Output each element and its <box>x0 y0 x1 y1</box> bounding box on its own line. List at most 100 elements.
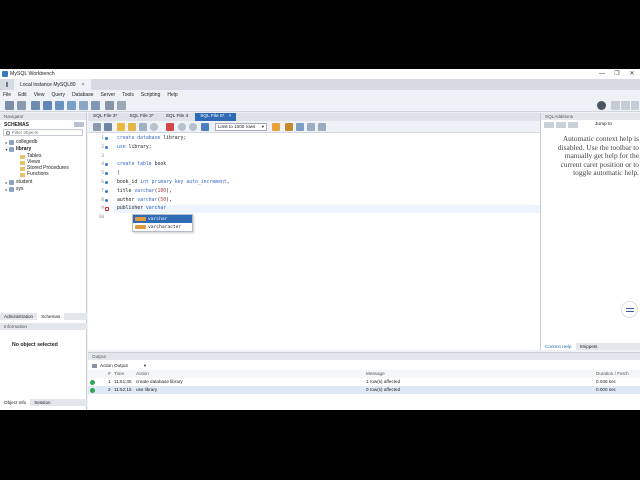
keyword-icon <box>135 225 146 229</box>
menu-edit[interactable]: Edit <box>18 92 27 98</box>
autocomplete-item[interactable]: varchar <box>133 215 192 223</box>
create-view-icon[interactable] <box>67 101 76 110</box>
save-icon[interactable] <box>104 123 112 131</box>
menu-query[interactable]: Query <box>51 92 65 98</box>
menu-database[interactable]: Database <box>72 92 93 98</box>
connection-tab[interactable]: Local instance MySQL80 × <box>14 79 91 90</box>
sql-additions-tabs: Context Help Snippets <box>541 343 640 350</box>
invisible-chars-icon[interactable] <box>296 123 304 131</box>
database-icon <box>9 187 14 192</box>
filter-input[interactable] <box>12 130 82 135</box>
statement-marker-icon <box>105 145 108 149</box>
tab-context-help[interactable]: Context Help <box>541 343 576 350</box>
limit-rows-select[interactable]: Limit to 1000 rows ▾ <box>215 123 267 131</box>
overlay-assist-button[interactable] <box>621 301 638 318</box>
home-icon <box>6 82 8 87</box>
create-table-icon[interactable] <box>55 101 64 110</box>
back-icon[interactable] <box>544 122 554 128</box>
stop-icon[interactable] <box>150 123 158 131</box>
tab-administration[interactable]: Administration <box>0 313 37 320</box>
toggle-sidebar-icon[interactable] <box>611 101 620 110</box>
tree-item-collegedb[interactable]: ▸ collegedb <box>4 139 37 146</box>
toggle-stop-on-error-icon[interactable] <box>166 123 174 131</box>
code-line[interactable]: title varchar(100), <box>117 189 172 194</box>
gear-icon[interactable] <box>597 101 606 110</box>
tab-sql-file-4[interactable]: SQL File 4 <box>161 113 193 121</box>
row-duration: 0.000 sec <box>596 387 616 392</box>
row-message: 0 row(s) affected <box>366 387 401 392</box>
tab-snippets[interactable]: Snippets <box>576 343 602 350</box>
success-icon <box>90 379 95 385</box>
find-icon[interactable] <box>285 123 293 131</box>
search-table-icon[interactable] <box>105 101 114 110</box>
toggle-output-icon[interactable] <box>621 101 630 110</box>
menu-scripting[interactable]: Scripting <box>141 92 160 98</box>
menu-tools[interactable]: Tools <box>122 92 134 98</box>
forward-icon[interactable] <box>556 122 566 128</box>
tab-sql-file-3a[interactable]: SQL File 3* <box>88 113 122 121</box>
reconnect-icon[interactable] <box>117 101 126 110</box>
jump-to-select[interactable]: Jump to <box>595 122 612 127</box>
schema-actions-icon[interactable] <box>74 122 84 127</box>
tab-object-info[interactable]: Object Info <box>0 399 31 406</box>
create-function-icon[interactable] <box>91 101 100 110</box>
tree-item-student[interactable]: ▸ student <box>4 179 32 186</box>
code-line[interactable]: create table book <box>117 162 166 167</box>
autocomplete-item[interactable]: varcharacter <box>133 223 192 231</box>
open-script-icon[interactable] <box>17 101 26 110</box>
filter-box[interactable] <box>3 129 83 136</box>
new-query-icon[interactable] <box>5 101 14 110</box>
menu-file[interactable]: File <box>3 92 11 98</box>
close-window-button[interactable]: ✕ <box>626 70 638 78</box>
row-num: 1 <box>108 379 111 384</box>
toggle-secondary-sidebar-icon[interactable] <box>631 101 639 110</box>
inspector-icon[interactable] <box>31 101 40 110</box>
create-procedure-icon[interactable] <box>79 101 88 110</box>
output-header: Output <box>88 353 640 360</box>
tab-sql-file-3b[interactable]: SQL File 3* <box>124 113 158 121</box>
close-icon[interactable]: × <box>82 82 85 88</box>
execute-icon[interactable] <box>117 123 125 131</box>
menu-server[interactable]: Server <box>100 92 115 98</box>
code-line[interactable]: create database library; <box>117 136 186 141</box>
explain-icon[interactable] <box>139 123 147 131</box>
tab-sql-file-5[interactable]: SQL File 5* × <box>195 113 237 121</box>
output-type-select[interactable]: Action Output ▾ <box>92 362 162 369</box>
code-line[interactable]: ( <box>117 171 120 176</box>
rollback-icon[interactable] <box>189 123 197 131</box>
code-line[interactable]: publisher varchar <box>117 206 166 211</box>
autocomplete-label: varcharacter <box>148 224 182 230</box>
code-line[interactable]: use library; <box>117 145 152 150</box>
context-help-text: Automatic context help is disabled. Use … <box>557 134 639 178</box>
current-line-highlight <box>114 205 540 214</box>
home-tab[interactable] <box>0 79 14 90</box>
snippet-icon[interactable] <box>318 123 326 131</box>
line-number: 8 <box>101 197 104 203</box>
navigator-header: Navigator <box>0 113 86 120</box>
tree-item-sys[interactable]: ▸ sys <box>4 186 24 193</box>
close-icon[interactable]: × <box>229 114 232 119</box>
table-row[interactable]: 2 11:52:15 use library 0 row(s) affected… <box>88 386 640 394</box>
autocommit-icon[interactable] <box>201 123 209 131</box>
menu-help[interactable]: Help <box>167 92 177 98</box>
minimize-button[interactable]: — <box>596 70 608 78</box>
tree-item-library[interactable]: ▾ library <box>4 146 31 153</box>
tree-item-functions[interactable]: Functions <box>20 171 49 178</box>
create-schema-icon[interactable] <box>43 101 52 110</box>
tab-label: SQL File 3* <box>129 114 154 119</box>
beautify-icon[interactable] <box>272 123 280 131</box>
tab-session[interactable]: Session <box>30 399 54 406</box>
execute-current-icon[interactable] <box>128 123 136 131</box>
commit-icon[interactable] <box>178 123 186 131</box>
limit-rows-label: Limit to 1000 rows <box>218 124 256 129</box>
menu-view[interactable]: View <box>34 92 45 98</box>
table-row[interactable]: 1 11:51:35 create database library 1 row… <box>88 378 640 386</box>
auto-help-icon[interactable] <box>568 122 578 128</box>
maximize-button[interactable]: ❐ <box>611 70 623 78</box>
word-wrap-icon[interactable] <box>307 123 315 131</box>
tab-schemas[interactable]: Schemas <box>37 313 65 320</box>
code-line[interactable]: book_id int primary key auto_increment, <box>117 180 230 185</box>
line-number: 3 <box>101 153 104 159</box>
code-line[interactable]: author varchar(50), <box>117 198 172 203</box>
open-file-icon[interactable] <box>93 123 101 131</box>
